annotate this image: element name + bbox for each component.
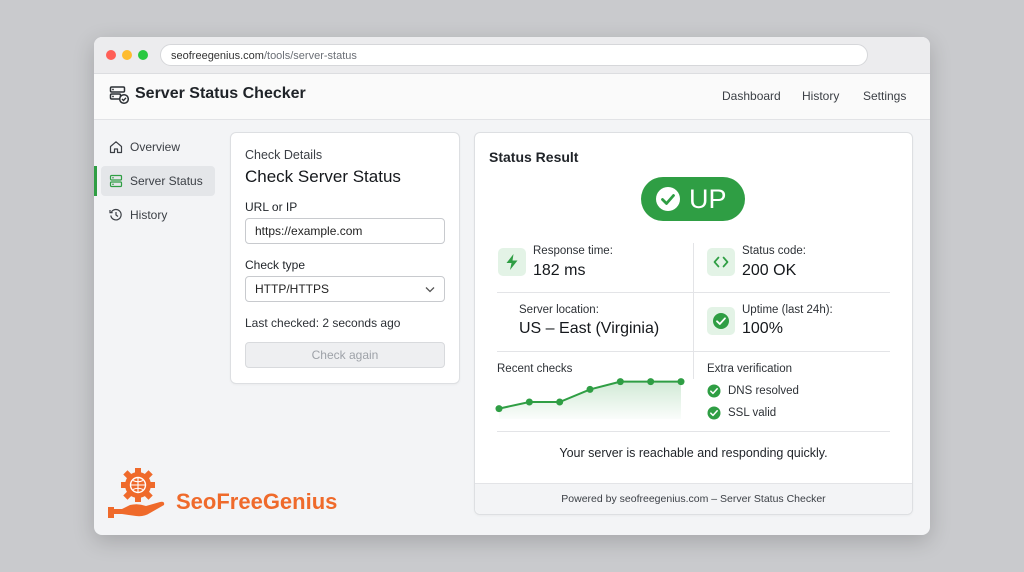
status-code-value: 200 OK bbox=[742, 262, 797, 279]
url-input[interactable]: https://example.com bbox=[245, 218, 445, 244]
check-circle-icon bbox=[707, 384, 721, 398]
check-again-button[interactable]: Check again bbox=[245, 342, 445, 368]
last-checked-text: Last checked: 2 seconds ago bbox=[245, 316, 401, 330]
url-label: URL or IP bbox=[245, 200, 298, 214]
lightning-icon bbox=[506, 254, 518, 270]
server-icon bbox=[109, 174, 123, 188]
uptime-label: Uptime (last 24h): bbox=[742, 304, 833, 316]
sidebar-item-label: Server Status bbox=[130, 174, 203, 188]
sparkline-point bbox=[495, 405, 503, 413]
section-label: Check Details bbox=[245, 148, 323, 162]
app-title: Server Status Checker bbox=[135, 85, 306, 102]
nav-history[interactable]: History bbox=[802, 89, 839, 103]
url-domain: seofreegenius.com bbox=[171, 50, 264, 62]
form-heading: Check Server Status bbox=[245, 167, 401, 186]
sidebar-item-overview[interactable]: Overview bbox=[101, 132, 215, 162]
address-bar[interactable]: seofreegenius.com/tools/server-status bbox=[160, 44, 868, 66]
browser-window: seofreegenius.com/tools/server-status Se… bbox=[94, 37, 930, 535]
nav-settings[interactable]: Settings bbox=[863, 89, 906, 103]
close-window-button[interactable] bbox=[106, 50, 116, 60]
url-path: /tools/server-status bbox=[263, 50, 357, 62]
uptime-value: 100% bbox=[742, 320, 783, 337]
grid-divider bbox=[497, 292, 890, 293]
sparkline-point bbox=[556, 398, 564, 406]
server-location-label: Server location: bbox=[519, 304, 599, 316]
sidebar-item-label: History bbox=[130, 208, 168, 222]
response-time-label: Response time: bbox=[533, 245, 613, 257]
dns-resolved-text: DNS resolved bbox=[728, 385, 799, 397]
extra-verification-label: Extra verification bbox=[707, 363, 793, 375]
active-indicator bbox=[94, 166, 97, 196]
summary-text: Your server is reachable and responding … bbox=[559, 446, 828, 460]
uptime-icon-box bbox=[707, 307, 735, 335]
sparkline-point bbox=[616, 378, 624, 386]
sparkline-point bbox=[647, 378, 655, 386]
status-code-icon-box bbox=[707, 248, 735, 276]
check-details-card: Check Details Check Server Status URL or… bbox=[230, 132, 460, 384]
sidebar-item-label: Overview bbox=[130, 140, 181, 154]
chevron-down-icon bbox=[425, 287, 435, 293]
check-circle-icon bbox=[707, 406, 721, 420]
status-result-card: Status Result UP Response time: 182 ms S… bbox=[474, 132, 913, 515]
grid-divider bbox=[693, 243, 694, 379]
grid-divider bbox=[497, 351, 890, 352]
history-icon bbox=[109, 208, 122, 221]
brand-name: SeoFreeGenius bbox=[176, 489, 338, 514]
response-time-icon-box bbox=[498, 248, 526, 276]
status-text: UP bbox=[689, 184, 727, 214]
nav-dashboard[interactable]: Dashboard bbox=[722, 89, 781, 103]
check-circle-icon bbox=[656, 187, 680, 211]
sidebar-item-server-status[interactable]: Server Status bbox=[101, 166, 215, 196]
code-brackets-icon bbox=[713, 256, 729, 268]
browser-titlebar: seofreegenius.com/tools/server-status bbox=[94, 37, 930, 74]
maximize-window-button[interactable] bbox=[138, 50, 148, 60]
home-icon bbox=[109, 141, 123, 154]
server-check-icon bbox=[109, 86, 129, 105]
sparkline-point bbox=[525, 398, 533, 406]
brand-logo-icon bbox=[108, 468, 165, 518]
server-location-value: US – East (Virginia) bbox=[519, 320, 660, 337]
response-time-value: 182 ms bbox=[533, 262, 586, 279]
grid-divider bbox=[497, 431, 890, 432]
check-type-label: Check type bbox=[245, 258, 306, 272]
result-title: Status Result bbox=[489, 149, 579, 165]
result-footer: Powered by seofreegenius.com – Server St… bbox=[475, 483, 912, 514]
sparkline-point bbox=[586, 385, 594, 393]
minimize-window-button[interactable] bbox=[122, 50, 132, 60]
app-header: Server Status Checker Dashboard History … bbox=[94, 74, 930, 120]
sparkline-point bbox=[677, 378, 685, 386]
check-circle-icon bbox=[713, 313, 729, 329]
ssl-valid-text: SSL valid bbox=[728, 407, 777, 419]
check-type-value: HTTP/HTTPS bbox=[255, 282, 329, 296]
recent-checks-sparkline bbox=[495, 378, 685, 419]
status-code-label: Status code: bbox=[742, 245, 806, 257]
status-badge: UP bbox=[641, 177, 745, 221]
check-type-select[interactable]: HTTP/HTTPS bbox=[245, 276, 445, 302]
sidebar-item-history[interactable]: History bbox=[101, 200, 215, 230]
